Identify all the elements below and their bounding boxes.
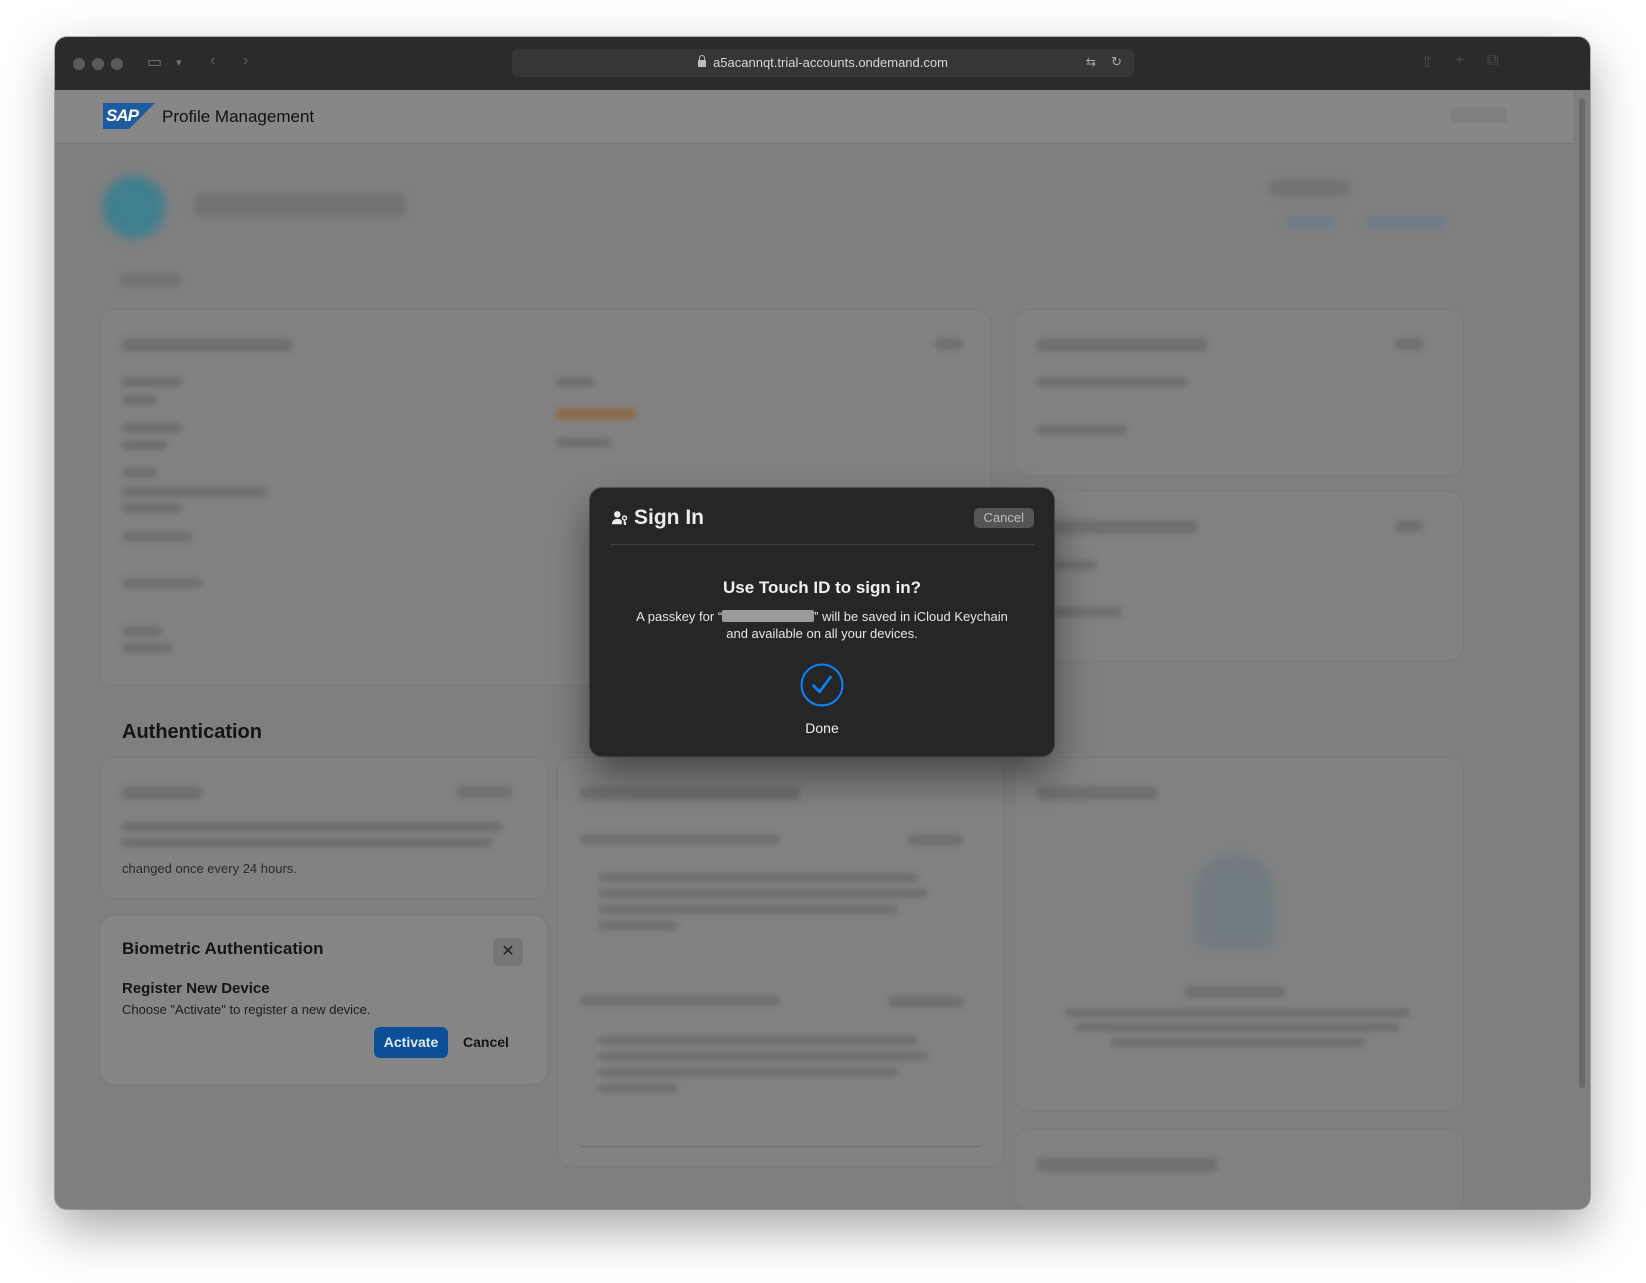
password-card: changed once every 24 hours.: [100, 758, 547, 898]
sessions-card: [1015, 1130, 1463, 1209]
forward-icon[interactable]: ›: [243, 52, 248, 70]
zoom-window-button[interactable]: [111, 58, 123, 70]
register-device-title: Register New Device: [122, 980, 270, 997]
dialog-cancel-button[interactable]: Cancel: [973, 508, 1034, 528]
dialog-title: Sign In: [634, 506, 704, 529]
chevron-down-icon[interactable]: ▾: [176, 56, 182, 69]
authentication-section-title: Authentication: [122, 721, 262, 743]
activate-button[interactable]: Activate: [374, 1027, 448, 1058]
multi-factor-authentication-card: [558, 758, 1003, 1166]
reload-icon[interactable]: ↻: [1111, 54, 1122, 70]
company-information-card: [1015, 310, 1463, 475]
avatar: [103, 176, 165, 238]
shell-user-menu[interactable]: [1451, 107, 1507, 123]
biometric-authentication-card: Biometric Authentication ✕ Register New …: [100, 916, 547, 1084]
header-link-blurred[interactable]: [1365, 216, 1445, 228]
back-icon[interactable]: ‹: [210, 52, 215, 70]
register-device-description: Choose "Activate" to register a new devi…: [122, 1002, 371, 1017]
header-link-blurred[interactable]: [1285, 216, 1335, 228]
browser-titlebar: ▭ ▾ ‹ › a5acannqt.trial-accounts.ondeman…: [55, 37, 1590, 90]
page-scrollbar[interactable]: [1579, 98, 1585, 1088]
profile-section-title-blurred: [121, 273, 181, 287]
url-text: a5acannqt.trial-accounts.ondemand.com: [713, 55, 948, 70]
shell-bar: SAP Profile Management: [55, 90, 1573, 144]
close-window-button[interactable]: [73, 58, 85, 70]
lock-icon: [698, 55, 707, 67]
address-bar[interactable]: a5acannqt.trial-accounts.ondemand.com ⇆ …: [512, 49, 1134, 77]
done-label: Done: [805, 720, 839, 736]
header-right-blurred: [1270, 180, 1350, 196]
passkey-sign-in-dialog: Sign In Cancel Use Touch ID to sign in? …: [590, 488, 1054, 756]
touch-id-heading: Use Touch ID to sign in?: [722, 578, 921, 597]
checkmark-circle-icon: [800, 663, 844, 707]
sap-logo: SAP: [103, 103, 155, 129]
dialog-divider: [610, 544, 1034, 545]
minimize-window-button[interactable]: [92, 58, 104, 70]
passkey-description: A passkey for “” will be saved in iCloud…: [636, 609, 1008, 641]
new-tab-icon[interactable]: +: [1455, 52, 1464, 70]
social-sign-on-card: [1015, 758, 1463, 1110]
tab-overview-icon[interactable]: ⧉: [1487, 52, 1498, 70]
share-icon[interactable]: ⇧: [1420, 52, 1433, 72]
cancel-button[interactable]: Cancel: [452, 1027, 520, 1058]
redacted-site-name: [722, 610, 815, 622]
biometric-title: Biometric Authentication: [122, 939, 324, 958]
profile-name-blurred: [195, 193, 405, 217]
sidebar-icon[interactable]: ▭: [147, 52, 162, 72]
app-title: Profile Management: [162, 107, 315, 126]
password-policy-text: changed once every 24 hours.: [122, 861, 297, 876]
person-key-icon: [611, 511, 628, 526]
close-icon[interactable]: ✕: [493, 938, 523, 966]
translate-icon[interactable]: ⇆: [1086, 55, 1096, 69]
contact-preferences-card: [1015, 492, 1463, 660]
